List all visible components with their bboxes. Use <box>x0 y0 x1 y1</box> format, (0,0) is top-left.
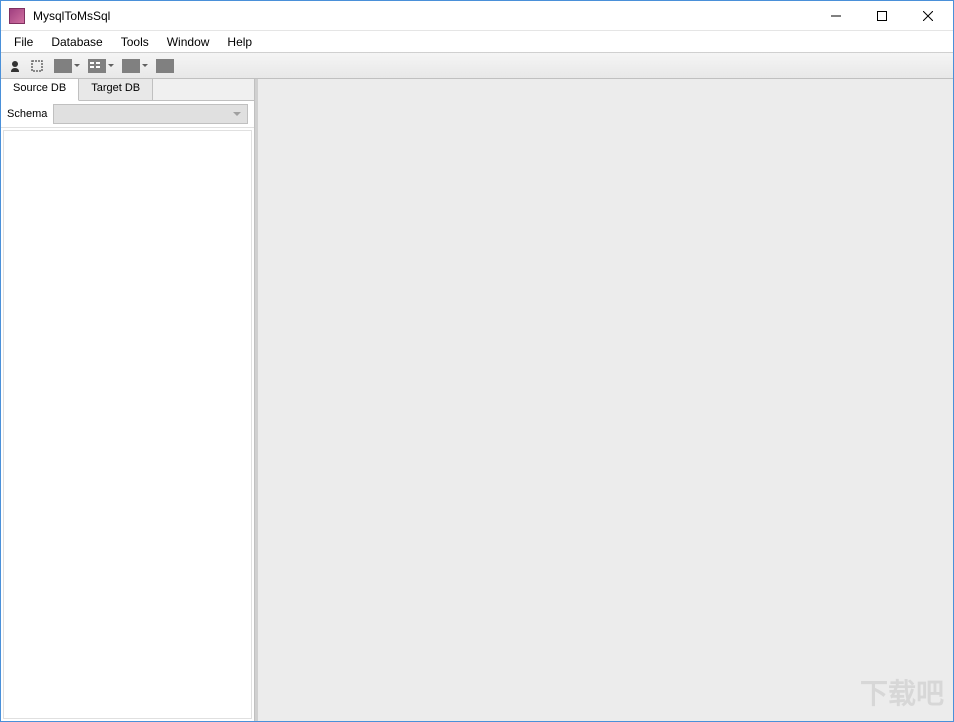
tab-target-db[interactable]: Target DB <box>79 79 153 100</box>
schema-label: Schema <box>7 108 49 120</box>
toolbar-dropdown-1[interactable] <box>73 56 81 76</box>
toolbar-button-2[interactable] <box>87 56 107 76</box>
toolbar-settings-icon[interactable] <box>27 56 47 76</box>
content-area: Source DB Target DB Schema <box>1 79 953 721</box>
titlebar: MysqlToMsSql <box>1 1 953 31</box>
toolbar-connect-icon[interactable] <box>5 56 25 76</box>
toolbar-dropdown-2[interactable] <box>107 56 115 76</box>
toolbar-button-4[interactable] <box>155 56 175 76</box>
schema-row: Schema <box>1 101 254 128</box>
db-tabs: Source DB Target DB <box>1 79 254 101</box>
window-title: MysqlToMsSql <box>31 9 813 23</box>
schema-dropdown[interactable] <box>53 104 248 124</box>
toolbar-group-1 <box>53 56 81 76</box>
menu-window[interactable]: Window <box>158 33 219 51</box>
app-icon <box>9 8 25 24</box>
tab-source-db[interactable]: Source DB <box>1 79 79 101</box>
toolbar-group-2 <box>87 56 115 76</box>
left-panel: Source DB Target DB Schema <box>1 79 255 721</box>
menu-database[interactable]: Database <box>42 33 111 51</box>
toolbar <box>1 53 953 79</box>
window-controls <box>813 1 951 30</box>
menu-tools[interactable]: Tools <box>112 33 158 51</box>
menubar: File Database Tools Window Help <box>1 31 953 53</box>
main-panel <box>255 79 953 721</box>
menu-help[interactable]: Help <box>218 33 261 51</box>
close-button[interactable] <box>905 1 951 31</box>
minimize-button[interactable] <box>813 1 859 31</box>
toolbar-group-3 <box>121 56 149 76</box>
menu-file[interactable]: File <box>5 33 42 51</box>
toolbar-dropdown-3[interactable] <box>141 56 149 76</box>
maximize-button[interactable] <box>859 1 905 31</box>
toolbar-group-4 <box>155 56 175 76</box>
toolbar-button-3[interactable] <box>121 56 141 76</box>
database-tree[interactable] <box>3 130 252 719</box>
toolbar-button-1[interactable] <box>53 56 73 76</box>
